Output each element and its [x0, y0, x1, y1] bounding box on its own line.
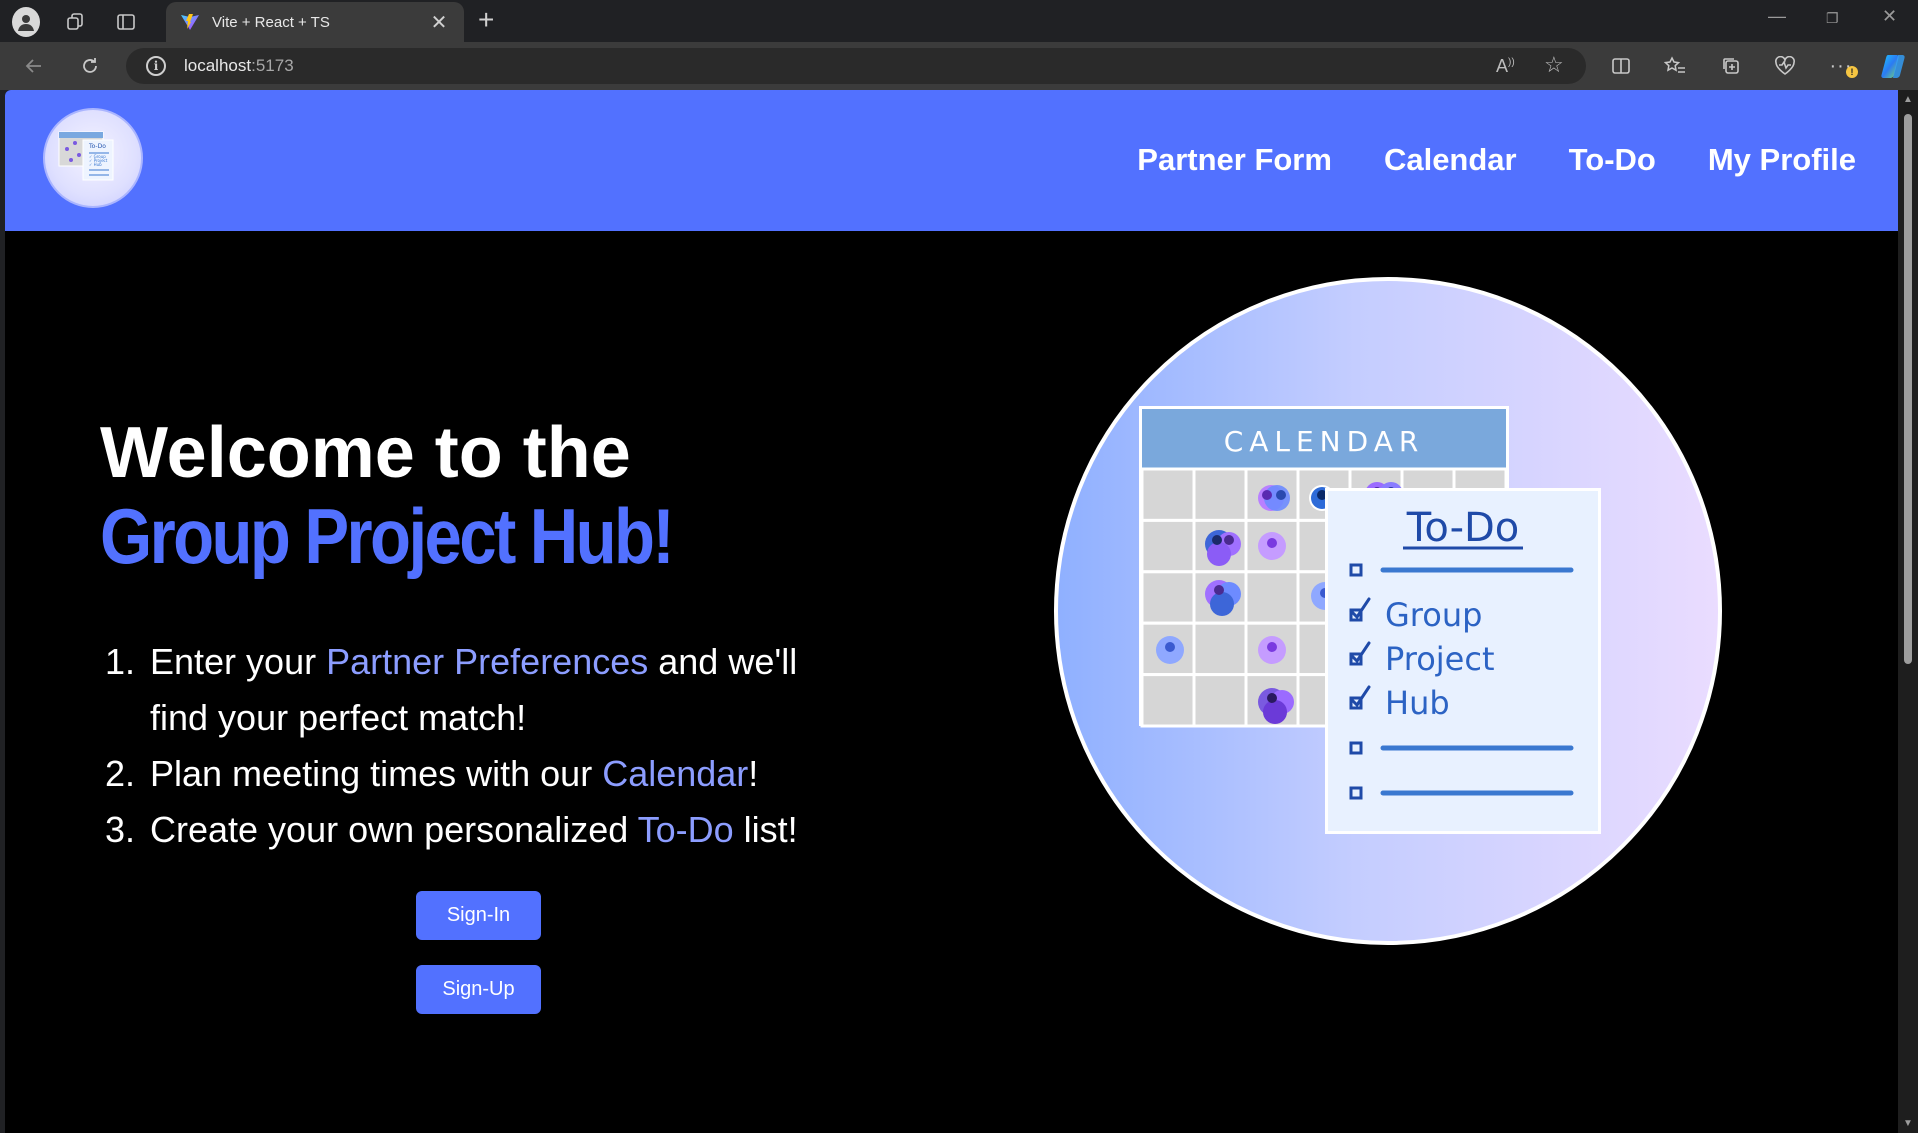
- step-item: 1. Enter your Partner Preferences and we'…: [105, 634, 865, 746]
- page-scrollbar[interactable]: ▲ ▼: [1898, 90, 1918, 1133]
- restore-icon[interactable]: ❐: [1826, 10, 1839, 27]
- minimize-icon[interactable]: —: [1768, 6, 1786, 27]
- vite-favicon-icon: [181, 14, 199, 30]
- todo-item: Group: [1385, 596, 1482, 634]
- step-text: Enter your: [150, 641, 327, 682]
- calendar-cell: [1244, 570, 1300, 625]
- collections-icon[interactable]: [1716, 52, 1746, 80]
- hero-title-line1: Welcome to the: [100, 413, 631, 493]
- hero-title-line2: Group Project Hub!: [100, 492, 675, 580]
- tab-title: Vite + React + TS: [212, 13, 330, 31]
- calendar-cell: [1192, 467, 1248, 522]
- svg-text:To-Do: To-Do: [88, 143, 106, 150]
- todo-item: Project: [1385, 640, 1494, 678]
- favorites-icon[interactable]: [1660, 52, 1690, 80]
- hero-title: Welcome to the Group Project Hub!: [100, 412, 765, 578]
- sign-up-button[interactable]: Sign-Up: [416, 965, 541, 1014]
- calendar-cell: [1192, 673, 1248, 728]
- todo-title: To-Do: [1406, 505, 1520, 551]
- hero-illustration: CALENDAR To-Do Group Project Hub: [1054, 277, 1722, 945]
- todo-card: To-Do Group Project Hub: [1325, 488, 1601, 834]
- nav-partner-form[interactable]: Partner Form: [1137, 142, 1332, 178]
- step-item: 2. Plan meeting times with our Calendar!: [105, 746, 865, 802]
- scroll-thumb[interactable]: [1904, 114, 1912, 664]
- more-options-icon[interactable]: ··· !: [1826, 52, 1858, 80]
- step-text: Plan meeting times with our: [150, 753, 603, 794]
- new-tab-icon[interactable]: +: [478, 6, 494, 34]
- split-screen-icon[interactable]: [1606, 52, 1636, 80]
- address-bar[interactable]: i localhost:5173 A)) ☆: [126, 48, 1586, 84]
- site-info-icon[interactable]: i: [146, 56, 166, 76]
- browser-tab[interactable]: Vite + React + TS ✕: [166, 2, 464, 42]
- calendar-cell: [1140, 673, 1196, 728]
- browser-toolbar: i localhost:5173 A)) ☆ ··· !: [0, 42, 1918, 90]
- site-logo[interactable]: To-Do ✓ Group ✓ Project ✓ Hub: [43, 108, 143, 208]
- partner-preferences-link[interactable]: Partner Preferences: [326, 641, 648, 682]
- site-header: To-Do ✓ Group ✓ Project ✓ Hub Partner Form…: [5, 90, 1898, 231]
- back-icon[interactable]: [20, 52, 48, 80]
- svg-text:✓ Hub: ✓ Hub: [89, 162, 102, 167]
- step-number: 3.: [105, 809, 136, 850]
- reload-icon[interactable]: [76, 52, 104, 80]
- tab-actions-icon[interactable]: [112, 8, 140, 36]
- step-text: Create your own personalized: [150, 809, 638, 850]
- profile-icon[interactable]: [12, 7, 40, 37]
- favorite-star-icon[interactable]: ☆: [1544, 52, 1564, 78]
- browser-essentials-icon[interactable]: [1770, 52, 1800, 80]
- scroll-down-icon[interactable]: ▼: [1903, 1118, 1913, 1129]
- logo-illustration-icon: To-Do ✓ Group✓ Project✓ Hub: [58, 131, 114, 181]
- nav-todo[interactable]: To-Do: [1569, 142, 1656, 178]
- steps-list: 1. Enter your Partner Preferences and we'…: [105, 634, 865, 858]
- todo-link[interactable]: To-Do: [638, 809, 734, 850]
- page-viewport: To-Do ✓ Group ✓ Project ✓ Hub Partner Form…: [5, 90, 1898, 1133]
- calendar-link[interactable]: Calendar: [602, 753, 748, 794]
- calendar-cell: [1140, 570, 1196, 625]
- main-nav: Partner Form Calendar To-Do My Profile: [1137, 142, 1856, 178]
- copilot-icon[interactable]: [1878, 52, 1908, 80]
- scroll-up-icon[interactable]: ▲: [1903, 94, 1913, 105]
- step-text: list!: [733, 809, 798, 850]
- read-aloud-icon[interactable]: A)): [1496, 56, 1515, 77]
- url-port: :5173: [251, 56, 294, 75]
- nav-my-profile[interactable]: My Profile: [1708, 142, 1856, 178]
- calendar-label: CALENDAR: [1224, 425, 1425, 458]
- step-text: !: [748, 753, 759, 794]
- calendar-cell: [1140, 467, 1196, 522]
- calendar-cell: [1192, 621, 1248, 677]
- workspaces-icon[interactable]: [62, 8, 90, 36]
- tab-close-icon[interactable]: ✕: [428, 10, 450, 35]
- nav-calendar[interactable]: Calendar: [1384, 142, 1517, 178]
- url-host: localhost: [184, 56, 252, 75]
- window-close-icon[interactable]: ✕: [1882, 6, 1897, 27]
- browser-tab-bar: Vite + React + TS ✕ + — ❐ ✕: [0, 0, 1918, 42]
- step-number: 1.: [105, 641, 136, 682]
- calendar-cell: [1140, 518, 1196, 574]
- step-item: 3. Create your own personalized To-Do lis…: [105, 802, 865, 858]
- step-number: 2.: [105, 753, 136, 794]
- todo-item: Hub: [1385, 684, 1450, 722]
- sign-in-button[interactable]: Sign-In: [416, 891, 541, 940]
